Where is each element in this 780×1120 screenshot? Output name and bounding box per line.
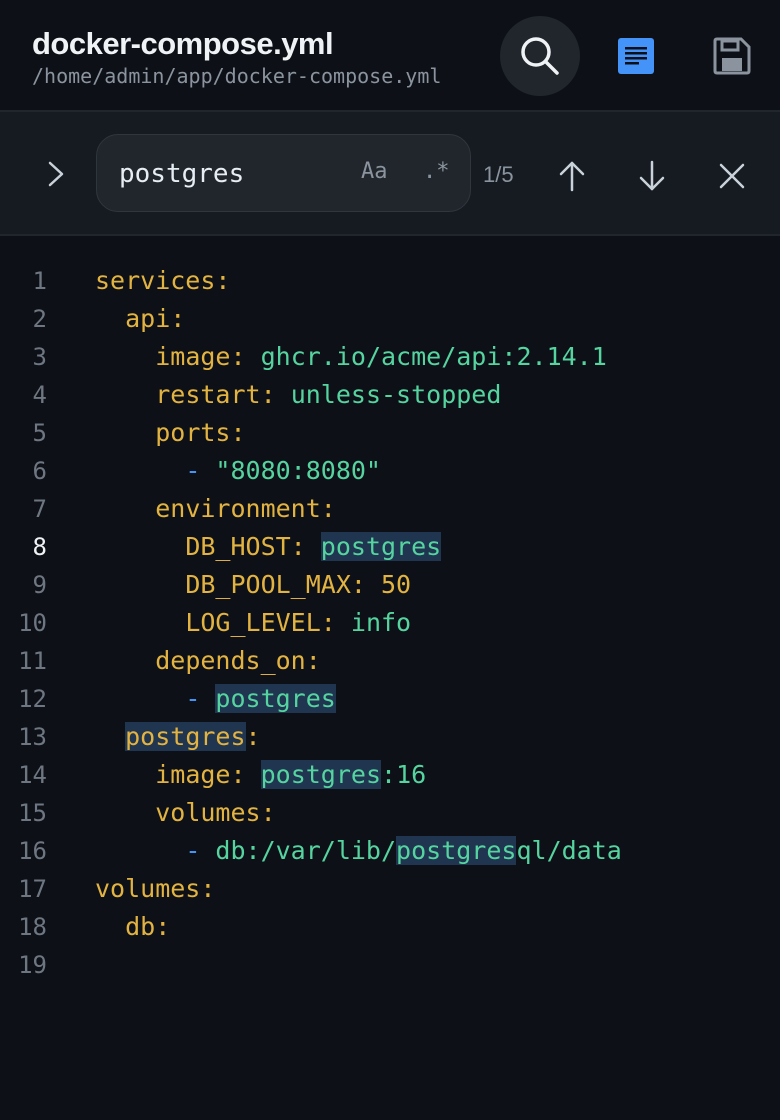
document-icon xyxy=(618,38,654,74)
line-number: 11 xyxy=(18,647,47,675)
line-number: 12 xyxy=(18,685,47,713)
search-match: postgres xyxy=(125,722,246,751)
line-number: 15 xyxy=(18,799,47,827)
line-number: 17 xyxy=(18,875,47,903)
code-editor[interactable]: 1 services: 2 api: 3 image: ghcr.io/acme/… xyxy=(0,262,780,984)
code-line: 18 db: xyxy=(0,908,780,946)
line-content: LOG_LEVEL: info xyxy=(185,608,412,637)
regex-toggle[interactable]: .* xyxy=(423,159,450,184)
find-bar: Aa .* 1/5 xyxy=(0,112,780,236)
line-number: 10 xyxy=(18,609,47,637)
code-line: 10 LOG_LEVEL: info xyxy=(0,604,780,642)
line-number: 6 xyxy=(32,457,47,485)
close-find-button[interactable] xyxy=(710,154,754,198)
line-number: 19 xyxy=(18,951,47,979)
line-number: 5 xyxy=(32,419,47,447)
line-content: restart: unless-stopped xyxy=(155,380,502,409)
line-content: DB_HOST: postgres xyxy=(185,532,442,561)
code-line: 17 volumes: xyxy=(0,870,780,908)
line-content: volumes: xyxy=(155,798,276,827)
code-line: 5 ports: xyxy=(0,414,780,452)
find-field: Aa .* xyxy=(96,134,471,212)
match-case-toggle[interactable]: Aa xyxy=(361,159,388,184)
line-content: services: xyxy=(95,266,231,295)
line-number: 1 xyxy=(32,267,47,295)
search-button[interactable] xyxy=(500,16,580,96)
match-count: 1/5 xyxy=(483,162,514,187)
line-content: depends_on: xyxy=(155,646,321,675)
line-content: image: ghcr.io/acme/api:2.14.1 xyxy=(155,342,607,371)
expand-replace-button[interactable] xyxy=(36,154,76,194)
line-content: - "8080:8080" xyxy=(185,456,381,485)
line-number: 2 xyxy=(32,305,47,333)
code-line: 19 xyxy=(0,946,780,984)
line-number: 13 xyxy=(18,723,47,751)
line-number: 3 xyxy=(32,343,47,371)
code-line: 6 - "8080:8080" xyxy=(0,452,780,490)
search-match: postgres xyxy=(260,760,382,789)
save-button[interactable] xyxy=(692,16,772,96)
arrow-up-icon xyxy=(559,161,585,192)
line-number: 18 xyxy=(18,913,47,941)
line-content: postgres: xyxy=(125,722,261,751)
search-match-current: postgres xyxy=(320,532,442,561)
code-line: 1 services: xyxy=(0,262,780,300)
app-header: docker-compose.yml /home/admin/app/docke… xyxy=(0,0,780,112)
line-content: ports: xyxy=(155,418,246,447)
code-line: 4 restart: unless-stopped xyxy=(0,376,780,414)
save-icon xyxy=(713,37,751,75)
search-match: postgres xyxy=(215,684,336,713)
chevron-right-icon xyxy=(48,161,64,187)
line-content: - postgres xyxy=(185,684,336,713)
line-number-active: 8 xyxy=(32,533,47,561)
code-line: 7 environment: xyxy=(0,490,780,528)
previous-match-button[interactable] xyxy=(550,154,594,198)
line-number: 4 xyxy=(32,381,47,409)
line-content: api: xyxy=(125,304,186,333)
code-line: 9 DB_POOL_MAX: 50 xyxy=(0,566,780,604)
line-content: DB_POOL_MAX: 50 xyxy=(185,570,412,599)
line-number: 16 xyxy=(18,837,47,865)
line-content: volumes: xyxy=(95,874,216,903)
file-path: /home/admin/app/docker-compose.yml xyxy=(32,64,442,88)
code-line: 2 api: xyxy=(0,300,780,338)
line-content: - db:/var/lib/postgresql/data xyxy=(185,836,622,865)
close-icon xyxy=(719,163,745,189)
line-number: 7 xyxy=(32,495,47,523)
arrow-down-icon xyxy=(639,160,665,191)
search-icon xyxy=(521,37,559,75)
code-line-active: 8 DB_HOST: postgres xyxy=(0,528,780,566)
next-match-button[interactable] xyxy=(630,154,674,198)
code-line: 11 depends_on: xyxy=(0,642,780,680)
line-content: db: xyxy=(125,912,171,941)
code-line: 3 image: ghcr.io/acme/api:2.14.1 xyxy=(0,338,780,376)
file-title: docker-compose.yml xyxy=(32,26,334,61)
line-content: image: postgres:16 xyxy=(155,760,427,789)
line-content: environment: xyxy=(155,494,336,523)
line-number: 9 xyxy=(32,571,47,599)
search-match: postgres xyxy=(396,836,517,865)
code-line: 14 image: postgres:16 xyxy=(0,756,780,794)
code-line: 15 volumes: xyxy=(0,794,780,832)
line-number: 14 xyxy=(18,761,47,789)
document-outline-button[interactable] xyxy=(596,16,676,96)
code-line: 16 - db:/var/lib/postgresql/data xyxy=(0,832,780,870)
code-line: 12 - postgres xyxy=(0,680,780,718)
code-line: 13 postgres: xyxy=(0,718,780,756)
find-input[interactable] xyxy=(117,153,351,195)
